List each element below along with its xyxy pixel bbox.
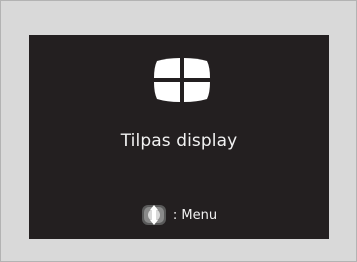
figure-frame: Tilpas display : Menu xyxy=(0,0,357,262)
display-screen: Tilpas display : Menu xyxy=(29,35,329,239)
menu-hint: : Menu xyxy=(29,203,329,227)
menu-hint-label: : Menu xyxy=(172,207,218,223)
selector-joystick-icon xyxy=(141,205,166,225)
display-adjust-icon xyxy=(154,58,210,102)
screen-title: Tilpas display xyxy=(120,131,238,151)
